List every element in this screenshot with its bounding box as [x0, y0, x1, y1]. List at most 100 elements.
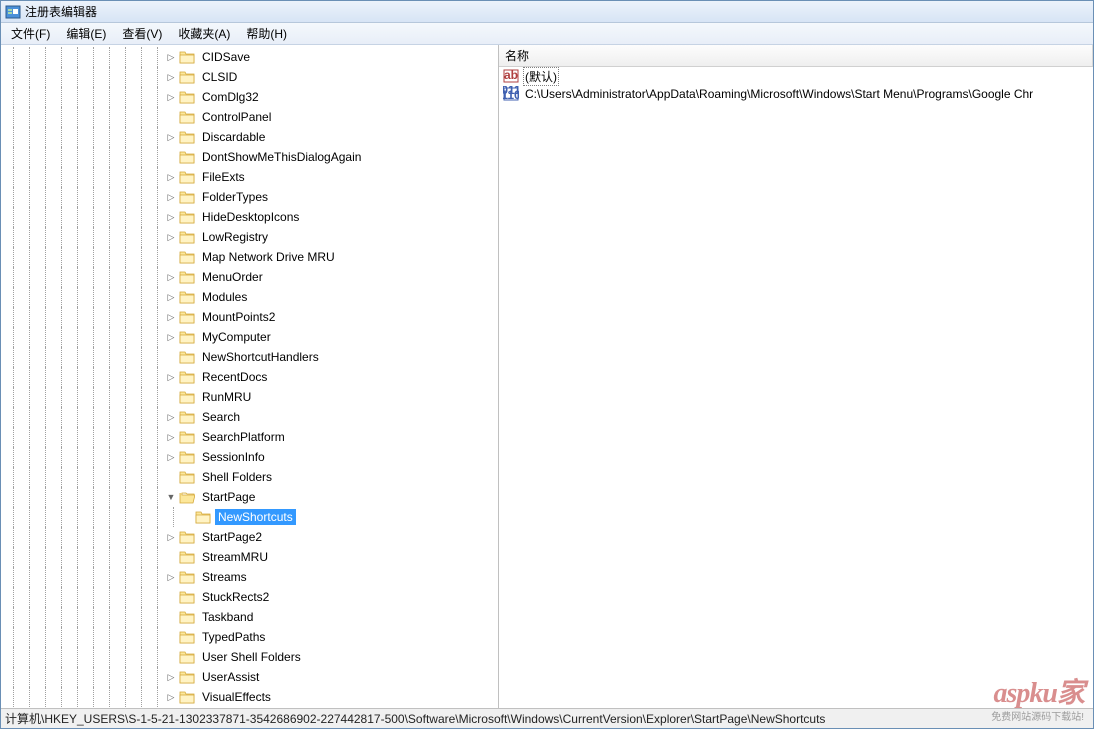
menu-help[interactable]: 帮助(H) — [238, 23, 295, 44]
tree-item-runmru[interactable]: ▷RunMRU — [1, 387, 498, 407]
values-panel[interactable]: 名称 (默认)C:\Users\Administrator\AppData\Ro… — [499, 45, 1093, 708]
tree-label[interactable]: CIDSave — [199, 49, 253, 65]
tree-item-hidedesktopicons[interactable]: ▷ HideDesktopIcons — [1, 207, 498, 227]
menu-file[interactable]: 文件(F) — [3, 23, 58, 44]
expand-icon[interactable]: ▷ — [165, 131, 177, 143]
tree-item-cidsave[interactable]: ▷ CIDSave — [1, 47, 498, 67]
expand-icon[interactable]: ▷ — [165, 311, 177, 323]
value-name[interactable]: C:\Users\Administrator\AppData\Roaming\M… — [523, 87, 1035, 101]
tree-label[interactable]: SearchPlatform — [199, 429, 288, 445]
tree-item-taskband[interactable]: ▷Taskband — [1, 607, 498, 627]
expand-icon[interactable]: ▷ — [165, 411, 177, 423]
tree-label[interactable]: MountPoints2 — [199, 309, 278, 325]
tree-label[interactable]: Search — [199, 409, 243, 425]
tree-item-stuckrects2[interactable]: ▷StuckRects2 — [1, 587, 498, 607]
expand-icon[interactable]: ▷ — [165, 371, 177, 383]
expand-icon[interactable]: ▷ — [165, 331, 177, 343]
tree-item-controlpanel[interactable]: ▷ControlPanel — [1, 107, 498, 127]
tree-item-startpage[interactable]: ▼ StartPage — [1, 487, 498, 507]
collapse-icon[interactable]: ▼ — [165, 491, 177, 503]
tree-label[interactable]: ControlPanel — [199, 109, 274, 125]
tree-label[interactable]: StuckRects2 — [199, 589, 272, 605]
tree-label[interactable]: NewShortcuts — [215, 509, 296, 525]
menu-favorites[interactable]: 收藏夹(A) — [170, 23, 238, 44]
tree-label[interactable]: NewShortcutHandlers — [199, 349, 322, 365]
tree-item-searchplatform[interactable]: ▷ SearchPlatform — [1, 427, 498, 447]
tree-item-visualeffects[interactable]: ▷VisualEffects — [1, 687, 498, 707]
tree-label[interactable]: UserAssist — [199, 669, 262, 685]
value-row[interactable]: C:\Users\Administrator\AppData\Roaming\M… — [499, 85, 1093, 103]
tree-label[interactable]: Shell Folders — [199, 469, 275, 485]
expand-icon[interactable]: ▷ — [165, 51, 177, 63]
tree-label[interactable]: TypedPaths — [199, 629, 268, 645]
tree-panel[interactable]: ▷CIDSave▷CLSID▷ComDlg32▷ControlPanel▷Dis… — [1, 45, 499, 708]
tree-label[interactable]: ComDlg32 — [199, 89, 262, 105]
tree-item-newshortcuthandlers[interactable]: ▷NewShortcutHandlers — [1, 347, 498, 367]
tree-item-discardable[interactable]: ▷ Discardable — [1, 127, 498, 147]
expand-icon[interactable]: ▷ — [165, 211, 177, 223]
tree-item-foldertypes[interactable]: ▷ FolderTypes — [1, 187, 498, 207]
tree-label[interactable]: Discardable — [199, 129, 268, 145]
column-name[interactable]: 名称 — [499, 45, 1093, 66]
tree-label[interactable]: MyComputer — [199, 329, 274, 345]
expand-icon[interactable]: ▷ — [165, 91, 177, 103]
tree-label[interactable]: CLSID — [199, 69, 240, 85]
values-list[interactable]: (默认)C:\Users\Administrator\AppData\Roami… — [499, 67, 1093, 708]
registry-tree[interactable]: ▷CIDSave▷CLSID▷ComDlg32▷ControlPanel▷Dis… — [1, 45, 498, 707]
value-row[interactable]: (默认) — [499, 67, 1093, 85]
tree-item-fileexts[interactable]: ▷ FileExts — [1, 167, 498, 187]
expand-icon[interactable]: ▷ — [165, 571, 177, 583]
tree-item-mountpoints2[interactable]: ▷ MountPoints2 — [1, 307, 498, 327]
tree-item-menuorder[interactable]: ▷ MenuOrder — [1, 267, 498, 287]
tree-item-typedpaths[interactable]: ▷TypedPaths — [1, 627, 498, 647]
tree-item-comdlg32[interactable]: ▷ ComDlg32 — [1, 87, 498, 107]
tree-label[interactable]: Map Network Drive MRU — [199, 249, 338, 265]
titlebar[interactable]: 注册表编辑器 — [1, 1, 1093, 23]
value-name[interactable]: (默认) — [523, 67, 559, 86]
tree-label[interactable]: Modules — [199, 289, 250, 305]
tree-item-search[interactable]: ▷ Search — [1, 407, 498, 427]
tree-item-modules[interactable]: ▷ Modules — [1, 287, 498, 307]
tree-item-streams[interactable]: ▷ Streams — [1, 567, 498, 587]
tree-label[interactable]: User Shell Folders — [199, 649, 304, 665]
expand-icon[interactable]: ▷ — [165, 531, 177, 543]
tree-label[interactable]: RunMRU — [199, 389, 254, 405]
expand-icon[interactable]: ▷ — [165, 671, 177, 683]
expand-icon[interactable]: ▷ — [165, 231, 177, 243]
tree-item-map-network-drive-mru[interactable]: ▷Map Network Drive MRU — [1, 247, 498, 267]
tree-item-user-shell-folders[interactable]: ▷User Shell Folders — [1, 647, 498, 667]
tree-label[interactable]: FileExts — [199, 169, 248, 185]
tree-item-lowregistry[interactable]: ▷ LowRegistry — [1, 227, 498, 247]
menu-view[interactable]: 查看(V) — [114, 23, 170, 44]
tree-item-newshortcuts[interactable]: ▷NewShortcuts — [1, 507, 498, 527]
tree-item-dontshowmethisdialogagain[interactable]: ▷DontShowMeThisDialogAgain — [1, 147, 498, 167]
expand-icon[interactable]: ▷ — [165, 271, 177, 283]
tree-label[interactable]: StartPage2 — [199, 529, 265, 545]
tree-label[interactable]: Streams — [199, 569, 250, 585]
tree-label[interactable]: MenuOrder — [199, 269, 266, 285]
tree-item-clsid[interactable]: ▷ CLSID — [1, 67, 498, 87]
tree-item-shell-folders[interactable]: ▷Shell Folders — [1, 467, 498, 487]
tree-item-recentdocs[interactable]: ▷ RecentDocs — [1, 367, 498, 387]
expand-icon[interactable]: ▷ — [165, 171, 177, 183]
tree-item-mycomputer[interactable]: ▷ MyComputer — [1, 327, 498, 347]
expand-icon[interactable]: ▷ — [165, 691, 177, 703]
tree-label[interactable]: LowRegistry — [199, 229, 271, 245]
menu-edit[interactable]: 编辑(E) — [58, 23, 114, 44]
expand-icon[interactable]: ▷ — [165, 291, 177, 303]
tree-label[interactable]: StreamMRU — [199, 549, 271, 565]
tree-label[interactable]: Taskband — [199, 609, 256, 625]
tree-label[interactable]: RecentDocs — [199, 369, 270, 385]
tree-item-startpage2[interactable]: ▷ StartPage2 — [1, 527, 498, 547]
expand-icon[interactable]: ▷ — [165, 71, 177, 83]
tree-item-sessioninfo[interactable]: ▷ SessionInfo — [1, 447, 498, 467]
tree-label[interactable]: StartPage — [199, 489, 258, 505]
tree-label[interactable]: HideDesktopIcons — [199, 209, 302, 225]
expand-icon[interactable]: ▷ — [165, 431, 177, 443]
list-header[interactable]: 名称 — [499, 45, 1093, 67]
tree-item-streammru[interactable]: ▷StreamMRU — [1, 547, 498, 567]
tree-label[interactable]: FolderTypes — [199, 189, 271, 205]
expand-icon[interactable]: ▷ — [165, 451, 177, 463]
expand-icon[interactable]: ▷ — [165, 191, 177, 203]
tree-label[interactable]: SessionInfo — [199, 449, 268, 465]
